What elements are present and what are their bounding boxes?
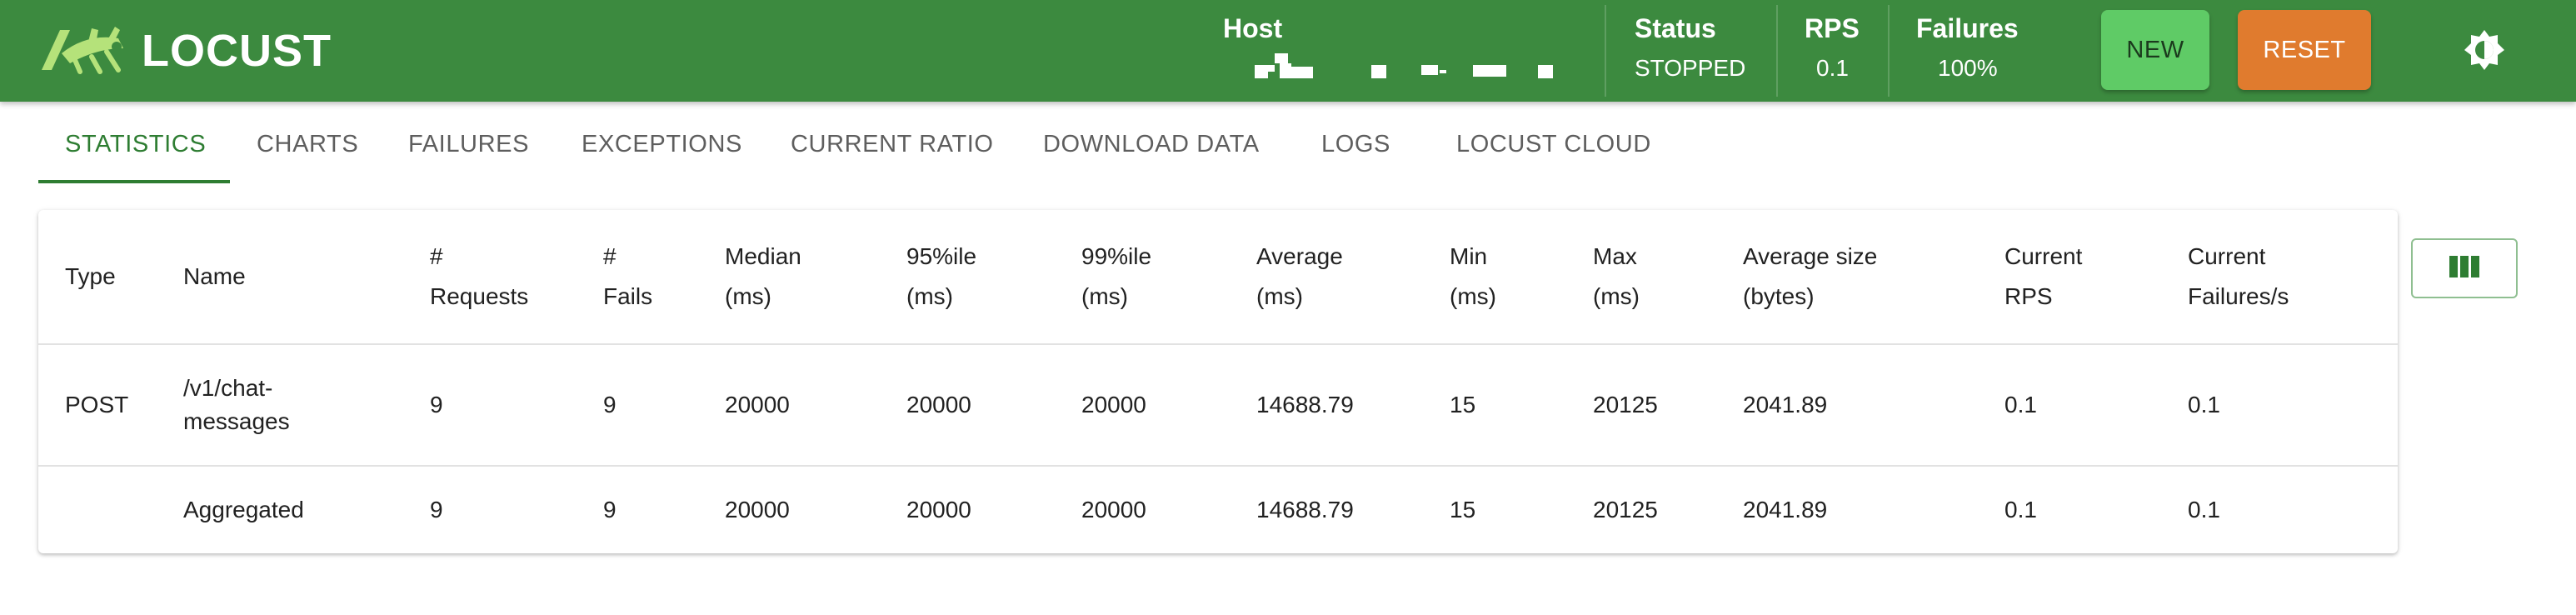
cell-95ile: 20000 bbox=[906, 497, 971, 522]
tab-statistics[interactable]: STATISTICS bbox=[65, 125, 206, 183]
reset-stats-button[interactable]: RESET bbox=[2238, 10, 2371, 90]
cell-max: 20125 bbox=[1593, 497, 1658, 522]
brightness-icon[interactable] bbox=[2463, 28, 2506, 72]
locust-logo-icon bbox=[37, 23, 130, 79]
rps-value: 0.1 bbox=[1816, 55, 1849, 81]
cell-current-rps: 0.1 bbox=[2004, 497, 2037, 522]
cell-requests: 9 bbox=[430, 392, 443, 418]
failures-value: 100% bbox=[1938, 55, 1998, 81]
cell-current-rps: 0.1 bbox=[2004, 392, 2037, 418]
cell-requests: 9 bbox=[430, 497, 443, 522]
cell-95ile: 20000 bbox=[906, 392, 971, 418]
failures-label: Failures bbox=[1916, 13, 2019, 43]
column-header-average-size[interactable]: Average size (bytes) bbox=[1743, 237, 1877, 317]
tab-current-ratio[interactable]: CURRENT RATIO bbox=[791, 125, 994, 183]
active-tab-indicator bbox=[38, 180, 230, 183]
cell-name: Aggregated bbox=[183, 497, 304, 522]
rps-label: RPS bbox=[1805, 13, 1860, 43]
brand-logo[interactable]: LOCUST bbox=[37, 25, 332, 77]
tab-locust-cloud[interactable]: LOCUST CLOUD bbox=[1456, 125, 1651, 183]
column-header-current-failures[interactable]: Current Failures/s bbox=[2188, 237, 2289, 317]
table-row-aggregated: Aggregated 9 9 20000 20000 20000 14688.7… bbox=[38, 467, 2398, 553]
tab-logs[interactable]: LOGS bbox=[1321, 125, 1390, 183]
cell-99ile: 20000 bbox=[1081, 392, 1146, 418]
column-header-requests[interactable]: # Requests bbox=[430, 237, 528, 317]
cell-current-failures: 0.1 bbox=[2188, 497, 2220, 522]
table-header-row: Type Name # Requests # Fails Median (ms) 95… bbox=[38, 210, 2398, 345]
column-header-average[interactable]: Average (ms) bbox=[1256, 237, 1343, 317]
new-test-button[interactable]: NEW bbox=[2101, 10, 2209, 90]
cell-current-failures: 0.1 bbox=[2188, 392, 2220, 418]
host-label: Host bbox=[1223, 13, 1283, 43]
column-header-median[interactable]: Median (ms) bbox=[725, 237, 801, 317]
column-header-99ile[interactable]: 99%ile (ms) bbox=[1081, 237, 1151, 317]
statistics-table: Type Name # Requests # Fails Median (ms) 95… bbox=[38, 210, 2398, 553]
column-header-max[interactable]: Max (ms) bbox=[1593, 237, 1640, 317]
host-value-redacted bbox=[1250, 52, 1566, 85]
column-header-min[interactable]: Min (ms) bbox=[1450, 237, 1496, 317]
tab-download-data[interactable]: DOWNLOAD DATA bbox=[1043, 125, 1260, 183]
column-header-name[interactable]: Name bbox=[183, 257, 246, 297]
tab-failures[interactable]: FAILURES bbox=[408, 125, 529, 183]
cell-max: 20125 bbox=[1593, 392, 1658, 418]
status-label: Status bbox=[1635, 13, 1716, 43]
cell-99ile: 20000 bbox=[1081, 497, 1146, 522]
cell-average: 14688.79 bbox=[1256, 497, 1354, 522]
tab-exceptions[interactable]: EXCEPTIONS bbox=[582, 125, 742, 183]
cell-median: 20000 bbox=[725, 497, 790, 522]
cell-average-size: 2041.89 bbox=[1743, 497, 1828, 522]
column-header-type[interactable]: Type bbox=[65, 257, 116, 297]
brand-name: LOCUST bbox=[142, 26, 332, 76]
column-header-current-rps[interactable]: Current RPS bbox=[2004, 237, 2082, 317]
cell-name: /v1/chat-messages bbox=[183, 375, 290, 434]
cell-min: 15 bbox=[1450, 497, 1476, 522]
select-columns-button[interactable] bbox=[2411, 238, 2518, 298]
table-row: POST /v1/chat-messages 9 9 20000 20000 2… bbox=[38, 345, 2398, 467]
column-header-fails[interactable]: # Fails bbox=[603, 237, 652, 317]
cell-type: POST bbox=[65, 392, 129, 418]
cell-fails: 9 bbox=[603, 392, 617, 418]
cell-average-size: 2041.89 bbox=[1743, 392, 1828, 418]
cell-min: 15 bbox=[1450, 392, 1476, 418]
cell-median: 20000 bbox=[725, 392, 790, 418]
cell-fails: 9 bbox=[603, 497, 617, 522]
status-value: STOPPED bbox=[1635, 55, 1746, 81]
column-header-95ile[interactable]: 95%ile (ms) bbox=[906, 237, 976, 317]
cell-average: 14688.79 bbox=[1256, 392, 1354, 418]
app-header: LOCUST Host Status STOPPED RPS 0.1 Failu… bbox=[0, 0, 2576, 102]
view-column-icon bbox=[2448, 254, 2481, 283]
tab-charts[interactable]: CHARTS bbox=[257, 125, 358, 183]
